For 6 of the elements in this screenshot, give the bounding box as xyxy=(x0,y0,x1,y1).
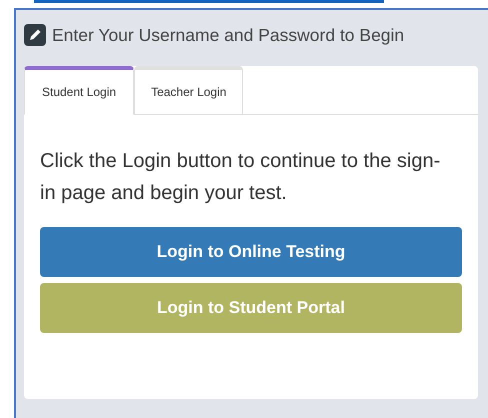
login-tab[interactable]: Teacher Login xyxy=(134,66,244,115)
instruction-text: Click the Login button to continue to the sign-in page and begin your test. xyxy=(40,149,442,206)
login-button[interactable]: Login to Online Testing xyxy=(40,227,462,277)
login-tab[interactable]: Student Login xyxy=(24,66,134,115)
panel-title: Enter Your Username and Password to Begin xyxy=(52,24,404,46)
pencil-icon xyxy=(24,24,46,46)
